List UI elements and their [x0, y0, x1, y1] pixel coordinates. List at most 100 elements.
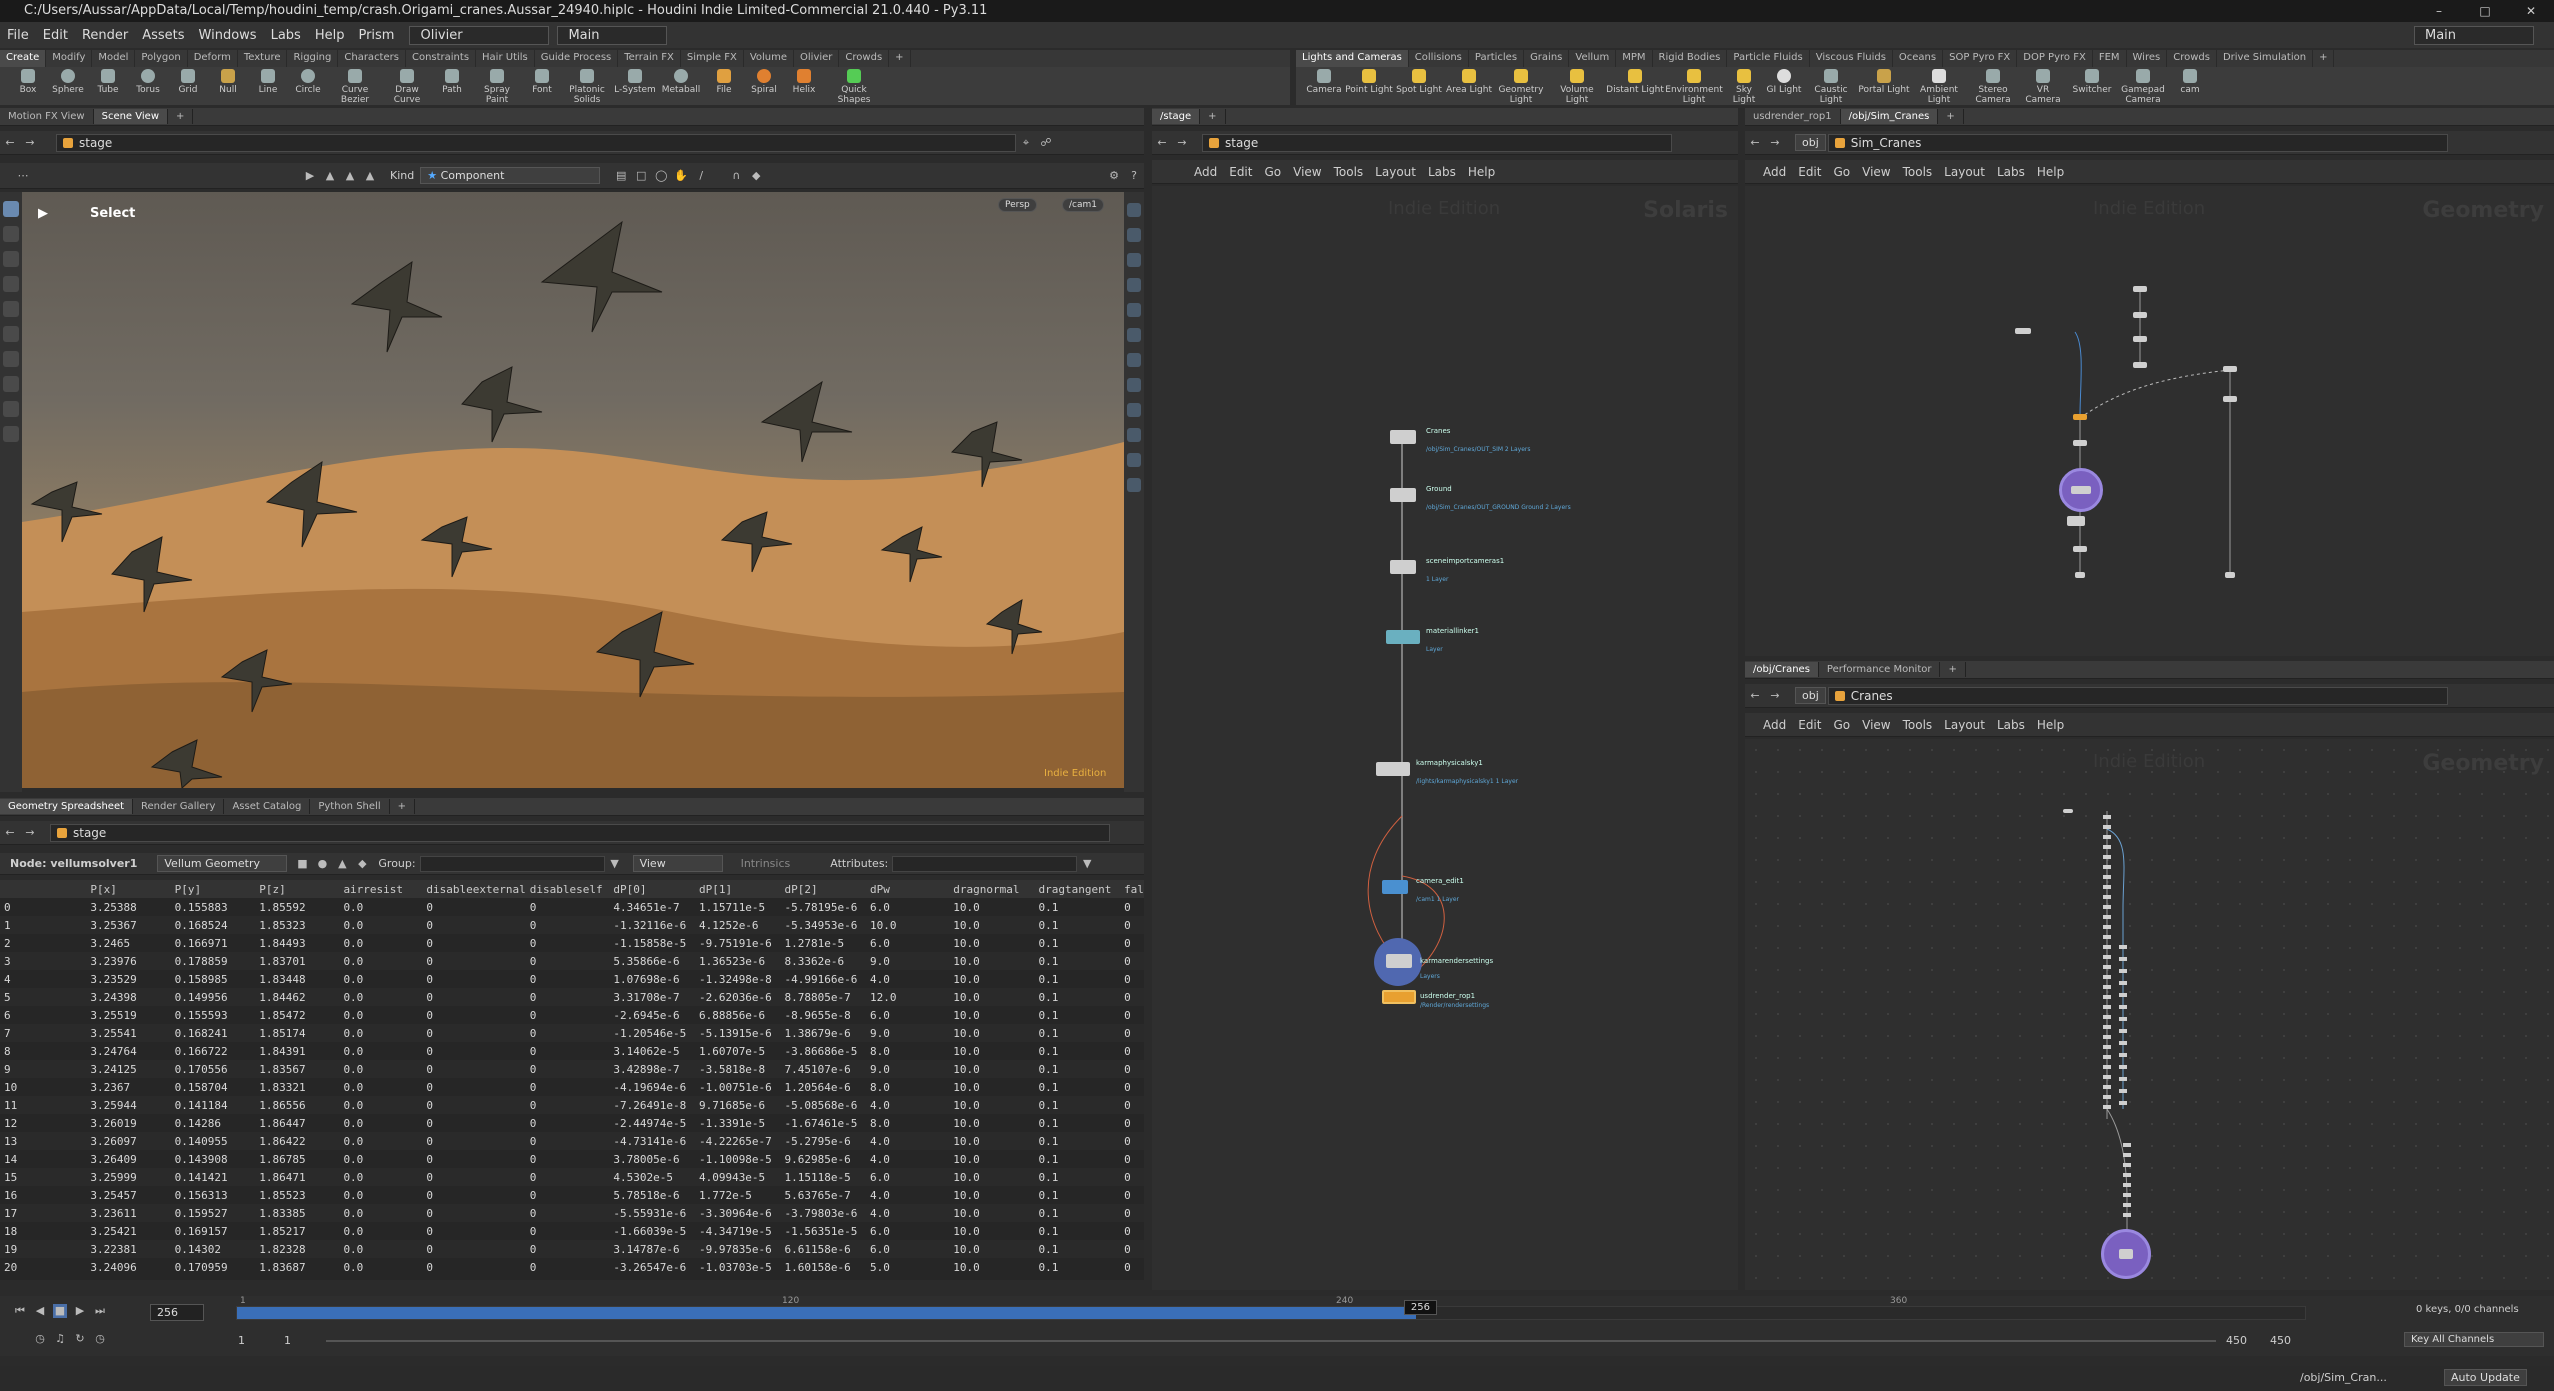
key-all-channels-button[interactable]: Key All Channels: [2404, 1332, 2544, 1347]
shelf-tab[interactable]: Modify: [46, 50, 93, 67]
cranes-node[interactable]: [2119, 1029, 2127, 1033]
shelf-tool-spiral[interactable]: Spiral: [744, 67, 784, 105]
range-slider[interactable]: [326, 1340, 2216, 1342]
shelf-tool-camera[interactable]: Camera: [1304, 67, 1344, 105]
cranes-node[interactable]: [2103, 875, 2111, 879]
shelf-tool-geometry-light[interactable]: Geometry Light: [1494, 67, 1548, 105]
forward-icon[interactable]: →: [23, 136, 37, 150]
tab-geometry-spreadsheet[interactable]: Geometry Spreadsheet: [0, 799, 134, 814]
select-mode-icon[interactable]: ▲: [363, 169, 377, 183]
menu-layout[interactable]: Layout: [1369, 165, 1422, 179]
cranes-node[interactable]: [2103, 855, 2111, 859]
cranes-output-node[interactable]: [2119, 1249, 2133, 1259]
menu-go[interactable]: Go: [1258, 165, 1287, 179]
cranes-node[interactable]: [2123, 1143, 2131, 1147]
cranes-net-path[interactable]: Cranes: [1827, 686, 2448, 705]
shelf-tab[interactable]: Rigging: [287, 50, 339, 67]
sim-node[interactable]: [2133, 362, 2147, 368]
add-tab-icon[interactable]: +: [1938, 109, 1964, 124]
shelf-tab[interactable]: Crowds: [2167, 50, 2217, 67]
shelf-tab[interactable]: Rigid Bodies: [1653, 50, 1728, 67]
cranes-node[interactable]: [2103, 995, 2111, 999]
table-row[interactable]: 9 3.24125 0.170556 1.83567 0.0 0 0 3.42898e-7 -3…: [0, 1060, 1144, 1078]
menu-go[interactable]: Go: [1827, 718, 1856, 732]
tab-sim-cranes[interactable]: /obj/Sim_Cranes: [1840, 109, 1939, 124]
table-row[interactable]: 8 3.24764 0.166722 1.84391 0.0 0 0 3.14062e-5 1.…: [0, 1042, 1144, 1060]
cranes-node[interactable]: [2123, 1163, 2131, 1167]
filter-icon[interactable]: ▤: [614, 169, 628, 183]
table-row[interactable]: 12 3.26019 0.14286 1.86447 0.0 0 0 -2.44974e-5-…: [0, 1114, 1144, 1132]
node-sceneimportcameras[interactable]: [1390, 560, 1416, 574]
camera-button[interactable]: /cam1: [1062, 198, 1104, 212]
shelf-tool-lsystem[interactable]: L-System: [612, 67, 658, 105]
stage-net-path[interactable]: stage: [1202, 133, 1672, 152]
scene-viewport[interactable]: ▶ Select Persp /cam1 Indie Edition: [22, 192, 1124, 788]
view-tool-icon[interactable]: [3, 401, 19, 417]
table-row[interactable]: 19 3.22381 0.14302 1.82328 0.0 0 0 3.14787e-6 -9…: [0, 1240, 1144, 1258]
shelf-tool-torus[interactable]: Torus: [128, 67, 168, 105]
shelf-tab[interactable]: Viscous Fluids: [1810, 50, 1893, 67]
shelf-tab[interactable]: DOP Pyro FX: [2017, 50, 2093, 67]
cranes-node[interactable]: [2119, 1101, 2127, 1105]
column-header[interactable]: P[y]: [170, 880, 256, 898]
table-row[interactable]: 4 3.23529 0.158985 1.83448 0.0 0 0 1.07698e-6 -1…: [0, 970, 1144, 988]
detail-mode-icon[interactable]: ◆: [355, 857, 369, 871]
context-select[interactable]: Main: [557, 25, 668, 45]
cranes-node[interactable]: [2119, 1017, 2127, 1021]
cranes-node[interactable]: [2103, 925, 2111, 929]
cranes-node[interactable]: [2103, 885, 2111, 889]
column-header[interactable]: [0, 880, 87, 898]
node-cranes[interactable]: [1390, 430, 1416, 444]
table-row[interactable]: 3 3.23976 0.178859 1.83701 0.0 0 0 5.35866e-6 1.…: [0, 952, 1144, 970]
menu-tools[interactable]: Tools: [1897, 165, 1939, 179]
node-camera-edit[interactable]: [1382, 880, 1408, 894]
menu-help[interactable]: Help: [308, 28, 352, 43]
display-option-icon[interactable]: [1127, 203, 1141, 217]
node-karmarendersettings[interactable]: [1386, 954, 1412, 968]
menu-layout[interactable]: Layout: [1938, 718, 1991, 732]
cranes-node[interactable]: [2123, 1173, 2131, 1177]
shelf-tool-path[interactable]: Path: [432, 67, 472, 105]
menu-edit[interactable]: Edit: [1792, 718, 1827, 732]
viewport-path[interactable]: stage: [56, 133, 1016, 152]
point-mode-icon[interactable]: ■: [295, 857, 309, 871]
column-header[interactable]: dP[1]: [694, 880, 781, 898]
menu-add[interactable]: Add: [1188, 165, 1223, 179]
menu-edit[interactable]: Edit: [1223, 165, 1258, 179]
table-row[interactable]: 2 3.2465 0.166971 1.84493 0.0 0 0 -1.15858e-5 -9…: [0, 934, 1144, 952]
rotate-tool-icon[interactable]: [3, 276, 19, 292]
cranes-node[interactable]: [2119, 981, 2127, 985]
camera-tool-icon[interactable]: [3, 426, 19, 442]
table-row[interactable]: 18 3.25421 0.169157 1.85217 0.0 0 0 -1.66039e-5…: [0, 1222, 1144, 1240]
menu-edit[interactable]: Edit: [36, 28, 75, 43]
shelf-tab[interactable]: Model: [92, 50, 136, 67]
cranes-node[interactable]: [2103, 865, 2111, 869]
group-field[interactable]: [419, 855, 605, 872]
tab-render-gallery[interactable]: Render Gallery: [133, 799, 225, 814]
minimize-icon[interactable]: –: [2416, 0, 2462, 22]
cranes-node[interactable]: [2103, 1055, 2111, 1059]
display-option-icon[interactable]: [1127, 403, 1141, 417]
shelf-tab[interactable]: Drive Simulation: [2217, 50, 2314, 67]
menu-tools[interactable]: Tools: [1328, 165, 1370, 179]
shelf-tab[interactable]: Vellum: [1569, 50, 1617, 67]
column-header[interactable]: dP[0]: [609, 880, 695, 898]
help-icon[interactable]: ?: [1127, 169, 1141, 183]
filter-icon[interactable]: ▼: [1080, 857, 1094, 871]
range-end-field[interactable]: 450: [2226, 1334, 2247, 1347]
shelf-tool-platonic[interactable]: Platonic Solids: [562, 67, 612, 105]
shelf-tool-ambient-light[interactable]: Ambient Light: [1910, 67, 1968, 105]
cranes-node[interactable]: [2123, 1183, 2131, 1187]
shelf-tool-grid[interactable]: Grid: [168, 67, 208, 105]
tab-usdrender[interactable]: usdrender_rop1: [1745, 109, 1841, 124]
path-root[interactable]: obj: [1795, 687, 1826, 704]
desktop-select[interactable]: Olivier: [409, 25, 550, 45]
column-header[interactable]: dragnormal: [949, 880, 1035, 898]
table-row[interactable]: 15 3.25999 0.141421 1.86471 0.0 0 0 4.5302e-5 4.…: [0, 1168, 1144, 1186]
shelf-tool-spray-paint[interactable]: Spray Paint: [472, 67, 522, 105]
cranes-node[interactable]: [2103, 1105, 2111, 1109]
shelf-tab[interactable]: Characters: [338, 50, 406, 67]
shelf-tool-volume-light[interactable]: Volume Light: [1548, 67, 1606, 105]
cranes-node[interactable]: [2103, 975, 2111, 979]
handle-tool-icon[interactable]: [3, 326, 19, 342]
